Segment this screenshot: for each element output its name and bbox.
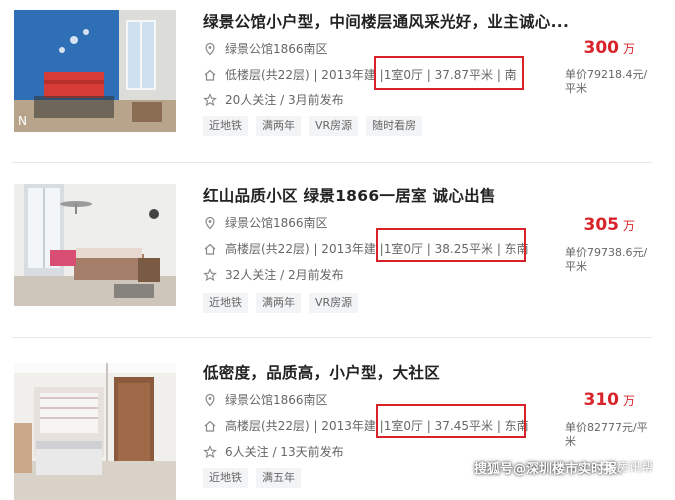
tag-list: 近地铁 满两年 VR房源 随时看房 <box>203 116 423 136</box>
listing-photo[interactable] <box>14 363 176 500</box>
highlight-box <box>376 228 526 262</box>
tag: 近地铁 <box>203 293 248 313</box>
watermark-logo: 房讯帮 <box>600 458 653 475</box>
listing-title[interactable]: 绿景公馆小户型，中间楼层通风采光好，业主诚心... <box>203 10 569 32</box>
floor-info: 低楼层(共22层) | 2013年建 | <box>225 68 384 82</box>
follow-row: 20人关注 / 3月前发布 <box>203 91 344 108</box>
divider <box>12 337 652 338</box>
tag: VR房源 <box>309 293 359 313</box>
unit-price: 单价79218.4元/平米 <box>565 68 648 95</box>
follow-text: 20人关注 / 3月前发布 <box>225 93 344 107</box>
house-icon <box>204 243 216 255</box>
highlight-box <box>374 56 524 90</box>
tag: 满五年 <box>256 468 301 488</box>
tag: VR房源 <box>309 116 359 136</box>
community-row: 绿景公馆1866南区 <box>203 391 328 408</box>
svg-text:N: N <box>18 114 27 128</box>
location-pin-icon <box>205 42 215 55</box>
community-row: 绿景公馆1866南区 <box>203 40 328 57</box>
listing-item[interactable]: N 绿景公馆小户型，中间楼层通风采光好，业主诚心... 绿景公馆1866南区 低… <box>0 0 675 160</box>
price-unit: 万 <box>622 394 635 408</box>
price-unit: 万 <box>622 219 635 233</box>
location-pin-icon <box>205 393 215 406</box>
community-link[interactable]: 绿景公馆1866南区 <box>225 391 328 408</box>
price-unit: 万 <box>622 42 635 56</box>
listing-title[interactable]: 低密度，品质高，小户型，大社区 <box>203 361 440 383</box>
star-icon <box>203 267 217 281</box>
price-value: 310 <box>583 390 619 410</box>
watermark-logo-text: 房讯帮 <box>617 460 654 474</box>
tag: 满两年 <box>256 293 301 313</box>
follow-row: 6人关注 / 13天前发布 <box>203 443 344 460</box>
location-pin-icon <box>205 216 215 229</box>
star-icon <box>203 444 217 458</box>
total-price: 300 万 <box>583 38 635 58</box>
listing-item[interactable]: 红山品质小区 绿景1866一居室 诚心出售 绿景公馆1866南区 高楼层(共22… <box>0 170 675 330</box>
house-icon <box>204 420 216 432</box>
tag: 近地铁 <box>203 116 248 136</box>
community-link[interactable]: 绿景公馆1866南区 <box>225 40 328 57</box>
community-row: 绿景公馆1866南区 <box>203 214 328 231</box>
follow-text: 32人关注 / 2月前发布 <box>225 268 344 282</box>
floor-info: 高楼层(共22层) | 2013年建 | <box>225 419 384 433</box>
listing-photo[interactable]: N <box>14 10 176 132</box>
tag: 随时看房 <box>366 116 423 136</box>
price-value: 300 <box>583 38 619 58</box>
listing-photo[interactable] <box>14 184 176 306</box>
house-icon <box>204 69 216 81</box>
tag: 满两年 <box>256 116 301 136</box>
tag: 近地铁 <box>203 468 248 488</box>
highlight-box <box>376 404 526 438</box>
unit-price: 单价82777元/平米 <box>565 421 648 448</box>
price-value: 305 <box>583 215 619 235</box>
tag-list: 近地铁 满五年 <box>203 468 301 488</box>
unit-price: 单价79738.6元/平米 <box>565 246 648 273</box>
wechat-icon <box>600 460 614 472</box>
total-price: 305 万 <box>583 215 635 235</box>
divider <box>12 162 652 163</box>
tag-list: 近地铁 满两年 VR房源 <box>203 293 359 313</box>
follow-text: 6人关注 / 13天前发布 <box>225 445 344 459</box>
total-price: 310 万 <box>583 390 635 410</box>
listing-title[interactable]: 红山品质小区 绿景1866一居室 诚心出售 <box>203 184 496 206</box>
community-link[interactable]: 绿景公馆1866南区 <box>225 214 328 231</box>
follow-row: 32人关注 / 2月前发布 <box>203 266 344 283</box>
floor-info: 高楼层(共22层) | 2013年建 | <box>225 242 384 256</box>
star-icon <box>203 92 217 106</box>
